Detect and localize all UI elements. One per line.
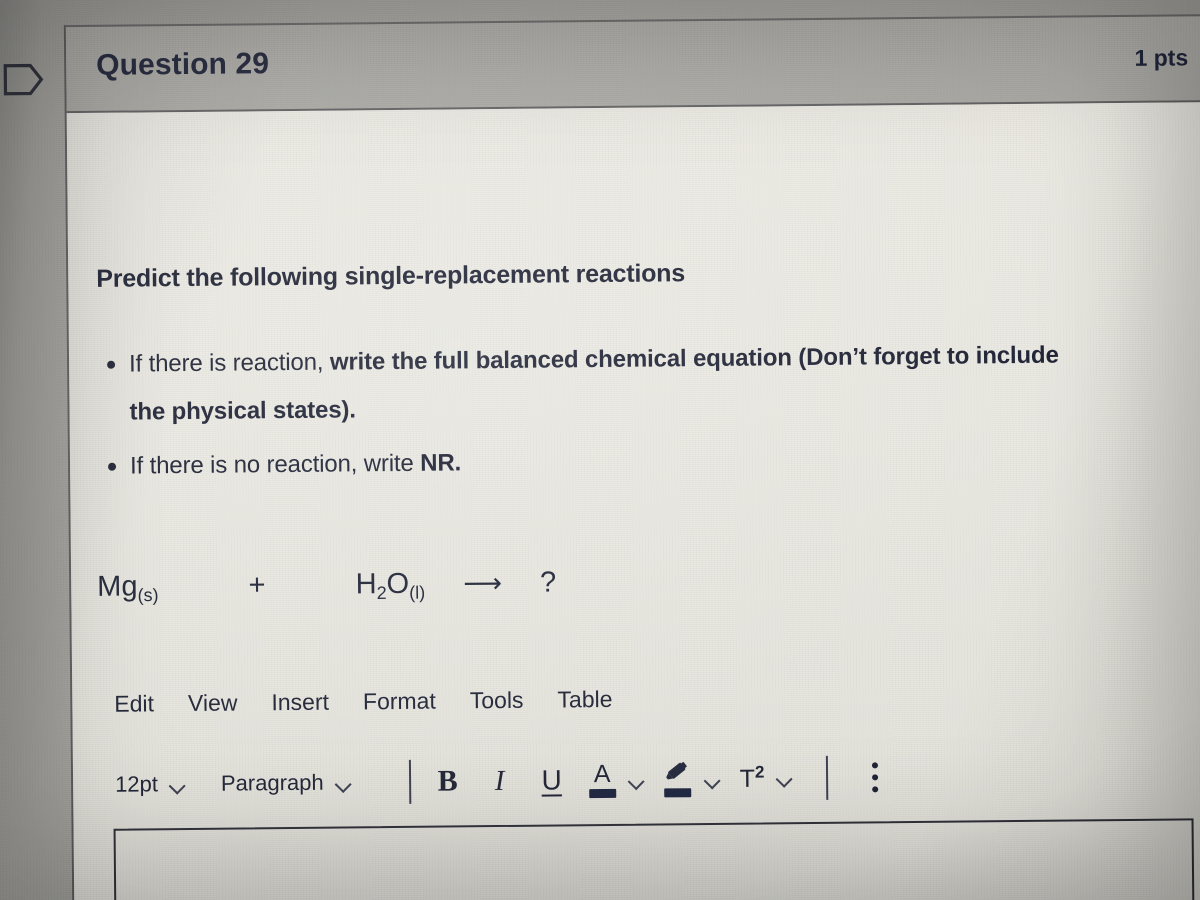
superscript-button[interactable]: T2 <box>740 763 793 795</box>
menu-view[interactable]: View <box>188 690 238 717</box>
editor-menubar: Edit View Insert Format Tools Table <box>114 686 612 718</box>
photo-frame: Question 29 1 pts Predict the following … <box>0 0 1200 900</box>
reactant-magnesium: Mg(s) <box>97 570 159 606</box>
question-card: Question 29 1 pts Predict the following … <box>63 14 1200 900</box>
kebab-dot <box>872 762 879 769</box>
chevron-down-icon[interactable] <box>629 775 644 784</box>
superscript-icon: T2 <box>740 763 765 795</box>
reactant-2-h: H <box>355 568 377 601</box>
answer-input[interactable] <box>113 818 1196 900</box>
toolbar-divider <box>826 755 829 800</box>
text-color-button[interactable]: A <box>588 759 644 799</box>
points-label: 1 pts <box>1134 44 1189 71</box>
font-size-value: 12pt <box>114 771 159 797</box>
reactant-1-state: (s) <box>137 585 159 606</box>
reactant-2-o: O <box>386 567 410 601</box>
highlighter-pen-icon <box>664 761 692 798</box>
kebab-dot <box>872 786 879 793</box>
text-color-glyph: A <box>593 759 611 789</box>
instruction-list: If there is reaction, write the full bal… <box>103 331 1090 496</box>
block-format-value: Paragraph <box>220 769 324 796</box>
chevron-down-icon <box>336 778 351 787</box>
font-size-dropdown[interactable]: 12pt <box>115 771 185 798</box>
reactant-1-formula: Mg <box>97 570 138 603</box>
bullet-text-plain-before: If there is no reaction, write <box>129 449 421 480</box>
italic-button[interactable]: I <box>484 759 514 803</box>
text-color-swatch <box>588 788 616 799</box>
reaction-arrow-icon: ⟶ <box>463 567 503 599</box>
menu-edit[interactable]: Edit <box>114 690 154 717</box>
highlight-color-swatch <box>664 788 692 798</box>
kebab-dot <box>872 774 879 781</box>
menu-table[interactable]: Table <box>557 686 612 714</box>
bold-button[interactable]: B <box>432 759 462 803</box>
text-color-icon: A <box>588 759 616 799</box>
list-item: If there is reaction, write the full bal… <box>129 331 1090 436</box>
question-body: Predict the following single-replacement… <box>66 102 1200 900</box>
highlight-color-button[interactable] <box>664 761 720 798</box>
superscript-base: T <box>739 765 756 794</box>
superscript-exponent: 2 <box>754 762 765 782</box>
product-unknown: ? <box>539 566 557 599</box>
chevron-down-icon[interactable] <box>705 774 720 783</box>
page-title: Question 29 <box>96 47 270 82</box>
editor-toolbar: 12pt Paragraph B I U A T2 <box>115 753 1155 807</box>
tag-outline-icon <box>2 59 44 99</box>
reactant-water: H2O(l) <box>355 567 426 603</box>
block-format-dropdown[interactable]: Paragraph <box>221 769 351 796</box>
chevron-down-icon <box>170 780 185 789</box>
bullet-text-bold: NR. <box>420 449 462 477</box>
chemical-equation: Mg(s) + H2O(l) ⟶ ? <box>97 566 556 606</box>
list-item: If there is no reaction, write NR. <box>130 433 1090 490</box>
question-prompt: Predict the following single-replacement… <box>96 259 686 293</box>
menu-format[interactable]: Format <box>363 688 436 716</box>
kebab-menu-icon[interactable] <box>872 762 879 793</box>
reactant-2-state: (l) <box>409 582 426 603</box>
screen-content: Question 29 1 pts Predict the following … <box>0 0 1200 900</box>
left-gutter <box>0 0 73 900</box>
plus-sign: + <box>248 569 266 602</box>
menu-tools[interactable]: Tools <box>470 687 524 715</box>
bullet-text-bold: write the full balanced chemical equatio… <box>329 344 792 376</box>
bullet-text-plain-before: If there is reaction, <box>128 348 331 378</box>
menu-insert[interactable]: Insert <box>271 689 329 717</box>
underline-button[interactable]: U <box>536 758 566 802</box>
question-header: Question 29 1 pts <box>65 14 1200 114</box>
chevron-down-icon[interactable] <box>777 774 792 783</box>
toolbar-divider <box>408 759 411 804</box>
